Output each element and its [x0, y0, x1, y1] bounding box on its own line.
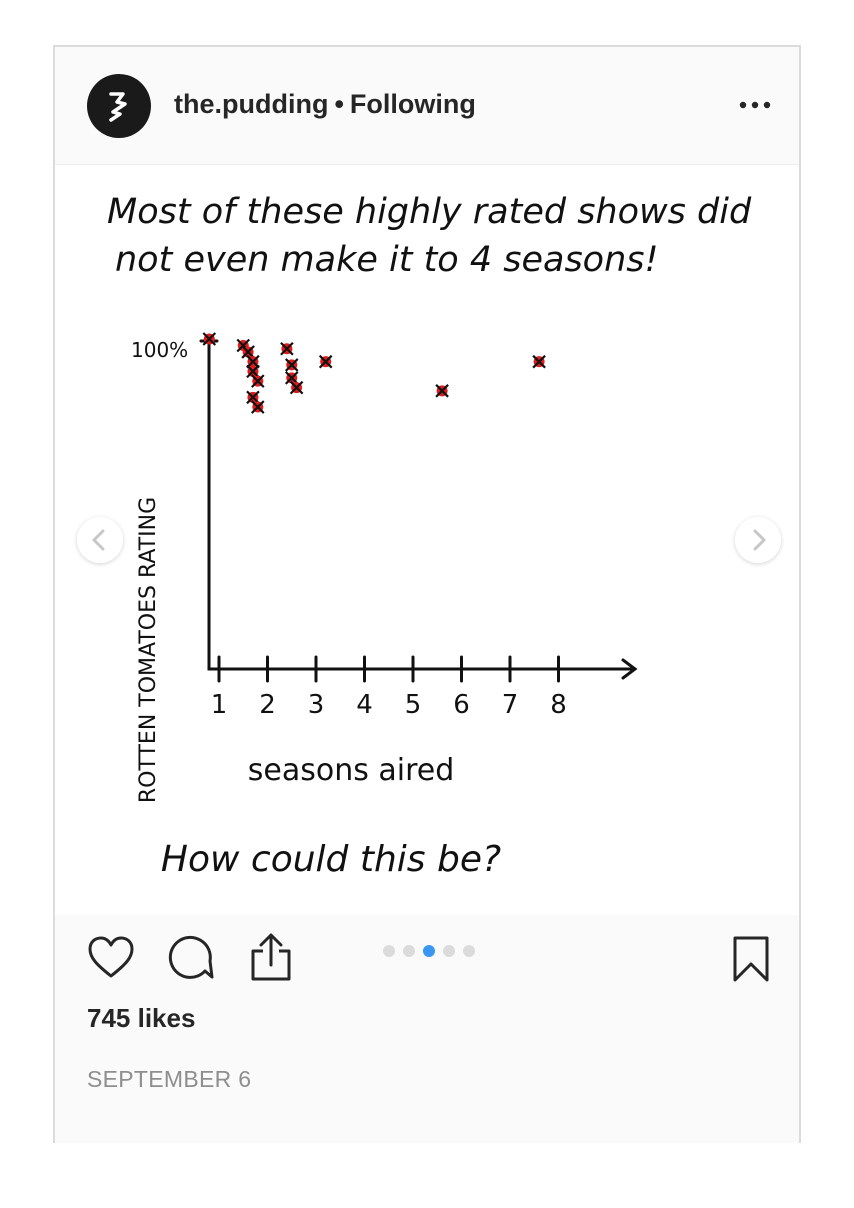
x-tick-label: 3	[308, 690, 325, 720]
x-tick-label: 5	[405, 690, 422, 720]
carousel-dot-active	[423, 945, 435, 957]
x-tick-label: 8	[550, 690, 567, 720]
pudding-logo-icon	[109, 92, 127, 122]
chevron-right-icon	[753, 529, 766, 551]
post-date[interactable]: SEPTEMBER 6	[87, 1066, 251, 1093]
save-button[interactable]	[731, 935, 771, 988]
x-axis-label: seasons aired	[248, 753, 455, 788]
chart-point	[532, 354, 546, 369]
more-options-button[interactable]	[737, 91, 773, 119]
chart-point	[280, 341, 294, 356]
likes-count[interactable]: 745 likes	[87, 1003, 195, 1034]
chart-point	[202, 332, 217, 346]
more-options-icon	[739, 101, 771, 109]
carousel-dot	[383, 945, 395, 957]
username-line: the.pudding • Following	[174, 89, 476, 120]
x-tick-label: 1	[211, 690, 228, 720]
avatar[interactable]	[87, 74, 151, 138]
share-icon	[251, 933, 291, 981]
separator-dot: •	[334, 89, 344, 119]
next-slide-button[interactable]	[735, 517, 781, 563]
share-button[interactable]	[247, 933, 295, 988]
chevron-left-icon	[92, 529, 105, 551]
post-header: the.pudding • Following	[55, 47, 799, 165]
post-image[interactable]: Most of these highly rated shows did not…	[55, 165, 799, 915]
chart-axes: 1 2 3 4 5 6 7 8	[199, 333, 638, 720]
image-title-line2: not even make it to 4 seasons!	[115, 240, 659, 280]
x-tick-label: 6	[453, 690, 470, 720]
carousel-dot	[403, 945, 415, 957]
y-axis-label: ROTTEN TOMATOES RATING	[136, 497, 161, 803]
previous-slide-button[interactable]	[77, 517, 123, 563]
image-footer-text: How could this be?	[161, 839, 501, 880]
chart-point	[251, 400, 265, 414]
x-tick-label: 4	[356, 690, 373, 720]
carousel-dot	[443, 945, 455, 957]
bookmark-icon	[733, 936, 769, 982]
chart-point	[251, 374, 265, 388]
chart-point	[435, 384, 449, 398]
carousel-dot	[463, 945, 475, 957]
following-button[interactable]: Following	[350, 89, 476, 119]
heart-icon	[88, 936, 134, 978]
axis-lines	[207, 333, 637, 671]
username-link[interactable]: the.pudding	[174, 89, 328, 119]
x-tick-label: 7	[502, 690, 519, 720]
comment-icon	[168, 935, 214, 979]
y-tick-100: 100%	[131, 338, 188, 362]
chart-point	[318, 354, 333, 369]
like-button[interactable]	[87, 935, 135, 986]
hand-drawn-chart: Most of these highly rated shows did not…	[107, 192, 752, 880]
image-title-line1: Most of these highly rated shows did	[107, 192, 752, 232]
instagram-post-card: the.pudding • Following Most of these high…	[53, 45, 801, 1143]
chart-points	[202, 332, 546, 414]
x-tick-label: 2	[259, 690, 276, 720]
chart-point	[284, 358, 299, 372]
chart-point	[289, 380, 304, 395]
comment-button[interactable]	[167, 935, 215, 986]
post-actions: 745 likes SEPTEMBER 6	[55, 915, 799, 1143]
